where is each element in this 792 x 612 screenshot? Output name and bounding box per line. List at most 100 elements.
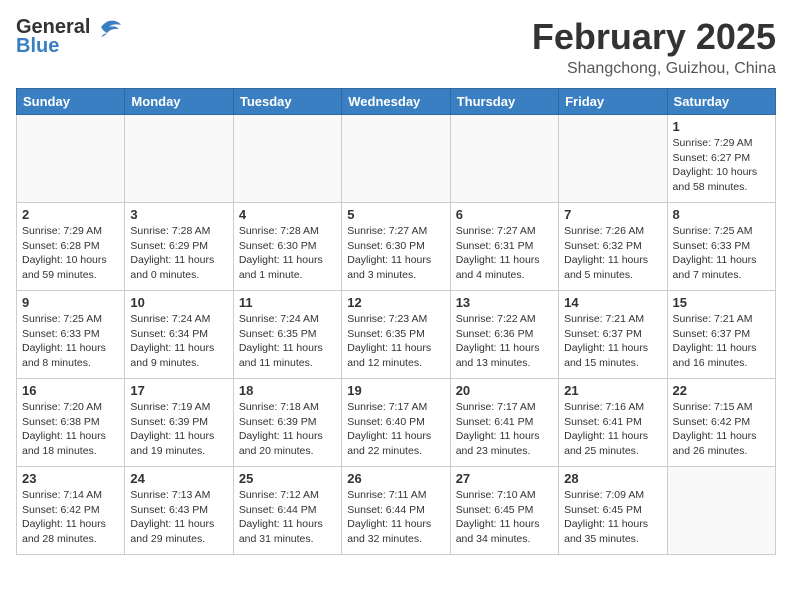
table-row: 22 Sunrise: 7:15 AM Sunset: 6:42 PM Dayli…: [667, 379, 775, 467]
day-info: Sunrise: 7:10 AM Sunset: 6:45 PM Dayligh…: [456, 488, 553, 547]
calendar-title: February 2025: [532, 16, 776, 58]
calendar-week-5: 23 Sunrise: 7:14 AM Sunset: 6:42 PM Dayli…: [17, 467, 776, 555]
day-number: 10: [130, 295, 227, 310]
calendar-header-row: Sunday Monday Tuesday Wednesday Thursday…: [17, 89, 776, 115]
table-row: 19 Sunrise: 7:17 AM Sunset: 6:40 PM Dayli…: [342, 379, 450, 467]
day-number: 14: [564, 295, 661, 310]
page-header: General Blue February 2025 Shangchong, G…: [16, 16, 776, 78]
day-number: 6: [456, 207, 553, 222]
table-row: [233, 115, 341, 203]
day-info: Sunrise: 7:21 AM Sunset: 6:37 PM Dayligh…: [564, 312, 661, 371]
day-info: Sunrise: 7:24 AM Sunset: 6:35 PM Dayligh…: [239, 312, 336, 371]
header-thursday: Thursday: [450, 89, 558, 115]
logo: General Blue: [16, 16, 123, 58]
table-row: 5 Sunrise: 7:27 AM Sunset: 6:30 PM Daylig…: [342, 203, 450, 291]
table-row: 18 Sunrise: 7:18 AM Sunset: 6:39 PM Dayli…: [233, 379, 341, 467]
calendar-table: Sunday Monday Tuesday Wednesday Thursday…: [16, 88, 776, 555]
table-row: 9 Sunrise: 7:25 AM Sunset: 6:33 PM Daylig…: [17, 291, 125, 379]
table-row: [559, 115, 667, 203]
day-number: 22: [673, 383, 770, 398]
table-row: 11 Sunrise: 7:24 AM Sunset: 6:35 PM Dayli…: [233, 291, 341, 379]
day-info: Sunrise: 7:25 AM Sunset: 6:33 PM Dayligh…: [22, 312, 119, 371]
day-number: 1: [673, 119, 770, 134]
header-saturday: Saturday: [667, 89, 775, 115]
header-wednesday: Wednesday: [342, 89, 450, 115]
day-info: Sunrise: 7:21 AM Sunset: 6:37 PM Dayligh…: [673, 312, 770, 371]
day-number: 18: [239, 383, 336, 398]
table-row: 16 Sunrise: 7:20 AM Sunset: 6:38 PM Dayli…: [17, 379, 125, 467]
day-info: Sunrise: 7:17 AM Sunset: 6:41 PM Dayligh…: [456, 400, 553, 459]
day-info: Sunrise: 7:09 AM Sunset: 6:45 PM Dayligh…: [564, 488, 661, 547]
logo-blue: Blue: [16, 35, 59, 58]
header-friday: Friday: [559, 89, 667, 115]
table-row: 10Sunrise: 7:24 AM Sunset: 6:34 PM Dayli…: [125, 291, 233, 379]
day-info: Sunrise: 7:14 AM Sunset: 6:42 PM Dayligh…: [22, 488, 119, 547]
table-row: [342, 115, 450, 203]
day-info: Sunrise: 7:26 AM Sunset: 6:32 PM Dayligh…: [564, 224, 661, 283]
day-number: 17: [130, 383, 227, 398]
day-number: 11: [239, 295, 336, 310]
day-number: 3: [130, 207, 227, 222]
table-row: 27 Sunrise: 7:10 AM Sunset: 6:45 PM Dayli…: [450, 467, 558, 555]
calendar-location: Shangchong, Guizhou, China: [532, 60, 776, 78]
table-row: 12 Sunrise: 7:23 AM Sunset: 6:35 PM Dayli…: [342, 291, 450, 379]
day-info: Sunrise: 7:11 AM Sunset: 6:44 PM Dayligh…: [347, 488, 444, 547]
day-info: Sunrise: 7:20 AM Sunset: 6:38 PM Dayligh…: [22, 400, 119, 459]
table-row: 8Sunrise: 7:25 AM Sunset: 6:33 PM Daylig…: [667, 203, 775, 291]
day-info: Sunrise: 7:28 AM Sunset: 6:29 PM Dayligh…: [130, 224, 227, 283]
table-row: 1 Sunrise: 7:29 AM Sunset: 6:27 PM Daylig…: [667, 115, 775, 203]
table-row: 6 Sunrise: 7:27 AM Sunset: 6:31 PM Daylig…: [450, 203, 558, 291]
day-info: Sunrise: 7:18 AM Sunset: 6:39 PM Dayligh…: [239, 400, 336, 459]
day-info: Sunrise: 7:23 AM Sunset: 6:35 PM Dayligh…: [347, 312, 444, 371]
table-row: 24Sunrise: 7:13 AM Sunset: 6:43 PM Dayli…: [125, 467, 233, 555]
table-row: 23 Sunrise: 7:14 AM Sunset: 6:42 PM Dayli…: [17, 467, 125, 555]
table-row: 14 Sunrise: 7:21 AM Sunset: 6:37 PM Dayli…: [559, 291, 667, 379]
table-row: 13Sunrise: 7:22 AM Sunset: 6:36 PM Dayli…: [450, 291, 558, 379]
day-info: Sunrise: 7:16 AM Sunset: 6:41 PM Dayligh…: [564, 400, 661, 459]
day-number: 12: [347, 295, 444, 310]
day-number: 25: [239, 471, 336, 486]
day-number: 13: [456, 295, 553, 310]
day-number: 2: [22, 207, 119, 222]
day-number: 23: [22, 471, 119, 486]
day-info: Sunrise: 7:13 AM Sunset: 6:43 PM Dayligh…: [130, 488, 227, 547]
table-row: 3 Sunrise: 7:28 AM Sunset: 6:29 PM Daylig…: [125, 203, 233, 291]
table-row: 7 Sunrise: 7:26 AM Sunset: 6:32 PM Daylig…: [559, 203, 667, 291]
day-info: Sunrise: 7:29 AM Sunset: 6:27 PM Dayligh…: [673, 136, 770, 195]
table-row: 28 Sunrise: 7:09 AM Sunset: 6:45 PM Dayli…: [559, 467, 667, 555]
calendar-week-3: 9 Sunrise: 7:25 AM Sunset: 6:33 PM Daylig…: [17, 291, 776, 379]
calendar-week-4: 16 Sunrise: 7:20 AM Sunset: 6:38 PM Dayli…: [17, 379, 776, 467]
day-info: Sunrise: 7:19 AM Sunset: 6:39 PM Dayligh…: [130, 400, 227, 459]
table-row: 15 Sunrise: 7:21 AM Sunset: 6:37 PM Dayli…: [667, 291, 775, 379]
logo-bird-icon: [93, 17, 123, 39]
day-number: 16: [22, 383, 119, 398]
day-number: 5: [347, 207, 444, 222]
calendar-week-1: 1 Sunrise: 7:29 AM Sunset: 6:27 PM Daylig…: [17, 115, 776, 203]
day-info: Sunrise: 7:12 AM Sunset: 6:44 PM Dayligh…: [239, 488, 336, 547]
day-number: 26: [347, 471, 444, 486]
day-number: 9: [22, 295, 119, 310]
day-number: 20: [456, 383, 553, 398]
day-number: 28: [564, 471, 661, 486]
day-number: 7: [564, 207, 661, 222]
header-sunday: Sunday: [17, 89, 125, 115]
day-info: Sunrise: 7:27 AM Sunset: 6:30 PM Dayligh…: [347, 224, 444, 283]
day-number: 19: [347, 383, 444, 398]
day-info: Sunrise: 7:27 AM Sunset: 6:31 PM Dayligh…: [456, 224, 553, 283]
table-row: 26 Sunrise: 7:11 AM Sunset: 6:44 PM Dayli…: [342, 467, 450, 555]
table-row: [667, 467, 775, 555]
day-number: 21: [564, 383, 661, 398]
header-monday: Monday: [125, 89, 233, 115]
day-number: 15: [673, 295, 770, 310]
calendar-week-2: 2 Sunrise: 7:29 AM Sunset: 6:28 PM Daylig…: [17, 203, 776, 291]
table-row: 25 Sunrise: 7:12 AM Sunset: 6:44 PM Dayli…: [233, 467, 341, 555]
day-info: Sunrise: 7:17 AM Sunset: 6:40 PM Dayligh…: [347, 400, 444, 459]
day-info: Sunrise: 7:28 AM Sunset: 6:30 PM Dayligh…: [239, 224, 336, 283]
title-block: February 2025 Shangchong, Guizhou, China: [532, 16, 776, 78]
table-row: 4Sunrise: 7:28 AM Sunset: 6:30 PM Daylig…: [233, 203, 341, 291]
day-number: 27: [456, 471, 553, 486]
table-row: 20 Sunrise: 7:17 AM Sunset: 6:41 PM Dayli…: [450, 379, 558, 467]
table-row: [17, 115, 125, 203]
day-info: Sunrise: 7:15 AM Sunset: 6:42 PM Dayligh…: [673, 400, 770, 459]
day-info: Sunrise: 7:29 AM Sunset: 6:28 PM Dayligh…: [22, 224, 119, 283]
